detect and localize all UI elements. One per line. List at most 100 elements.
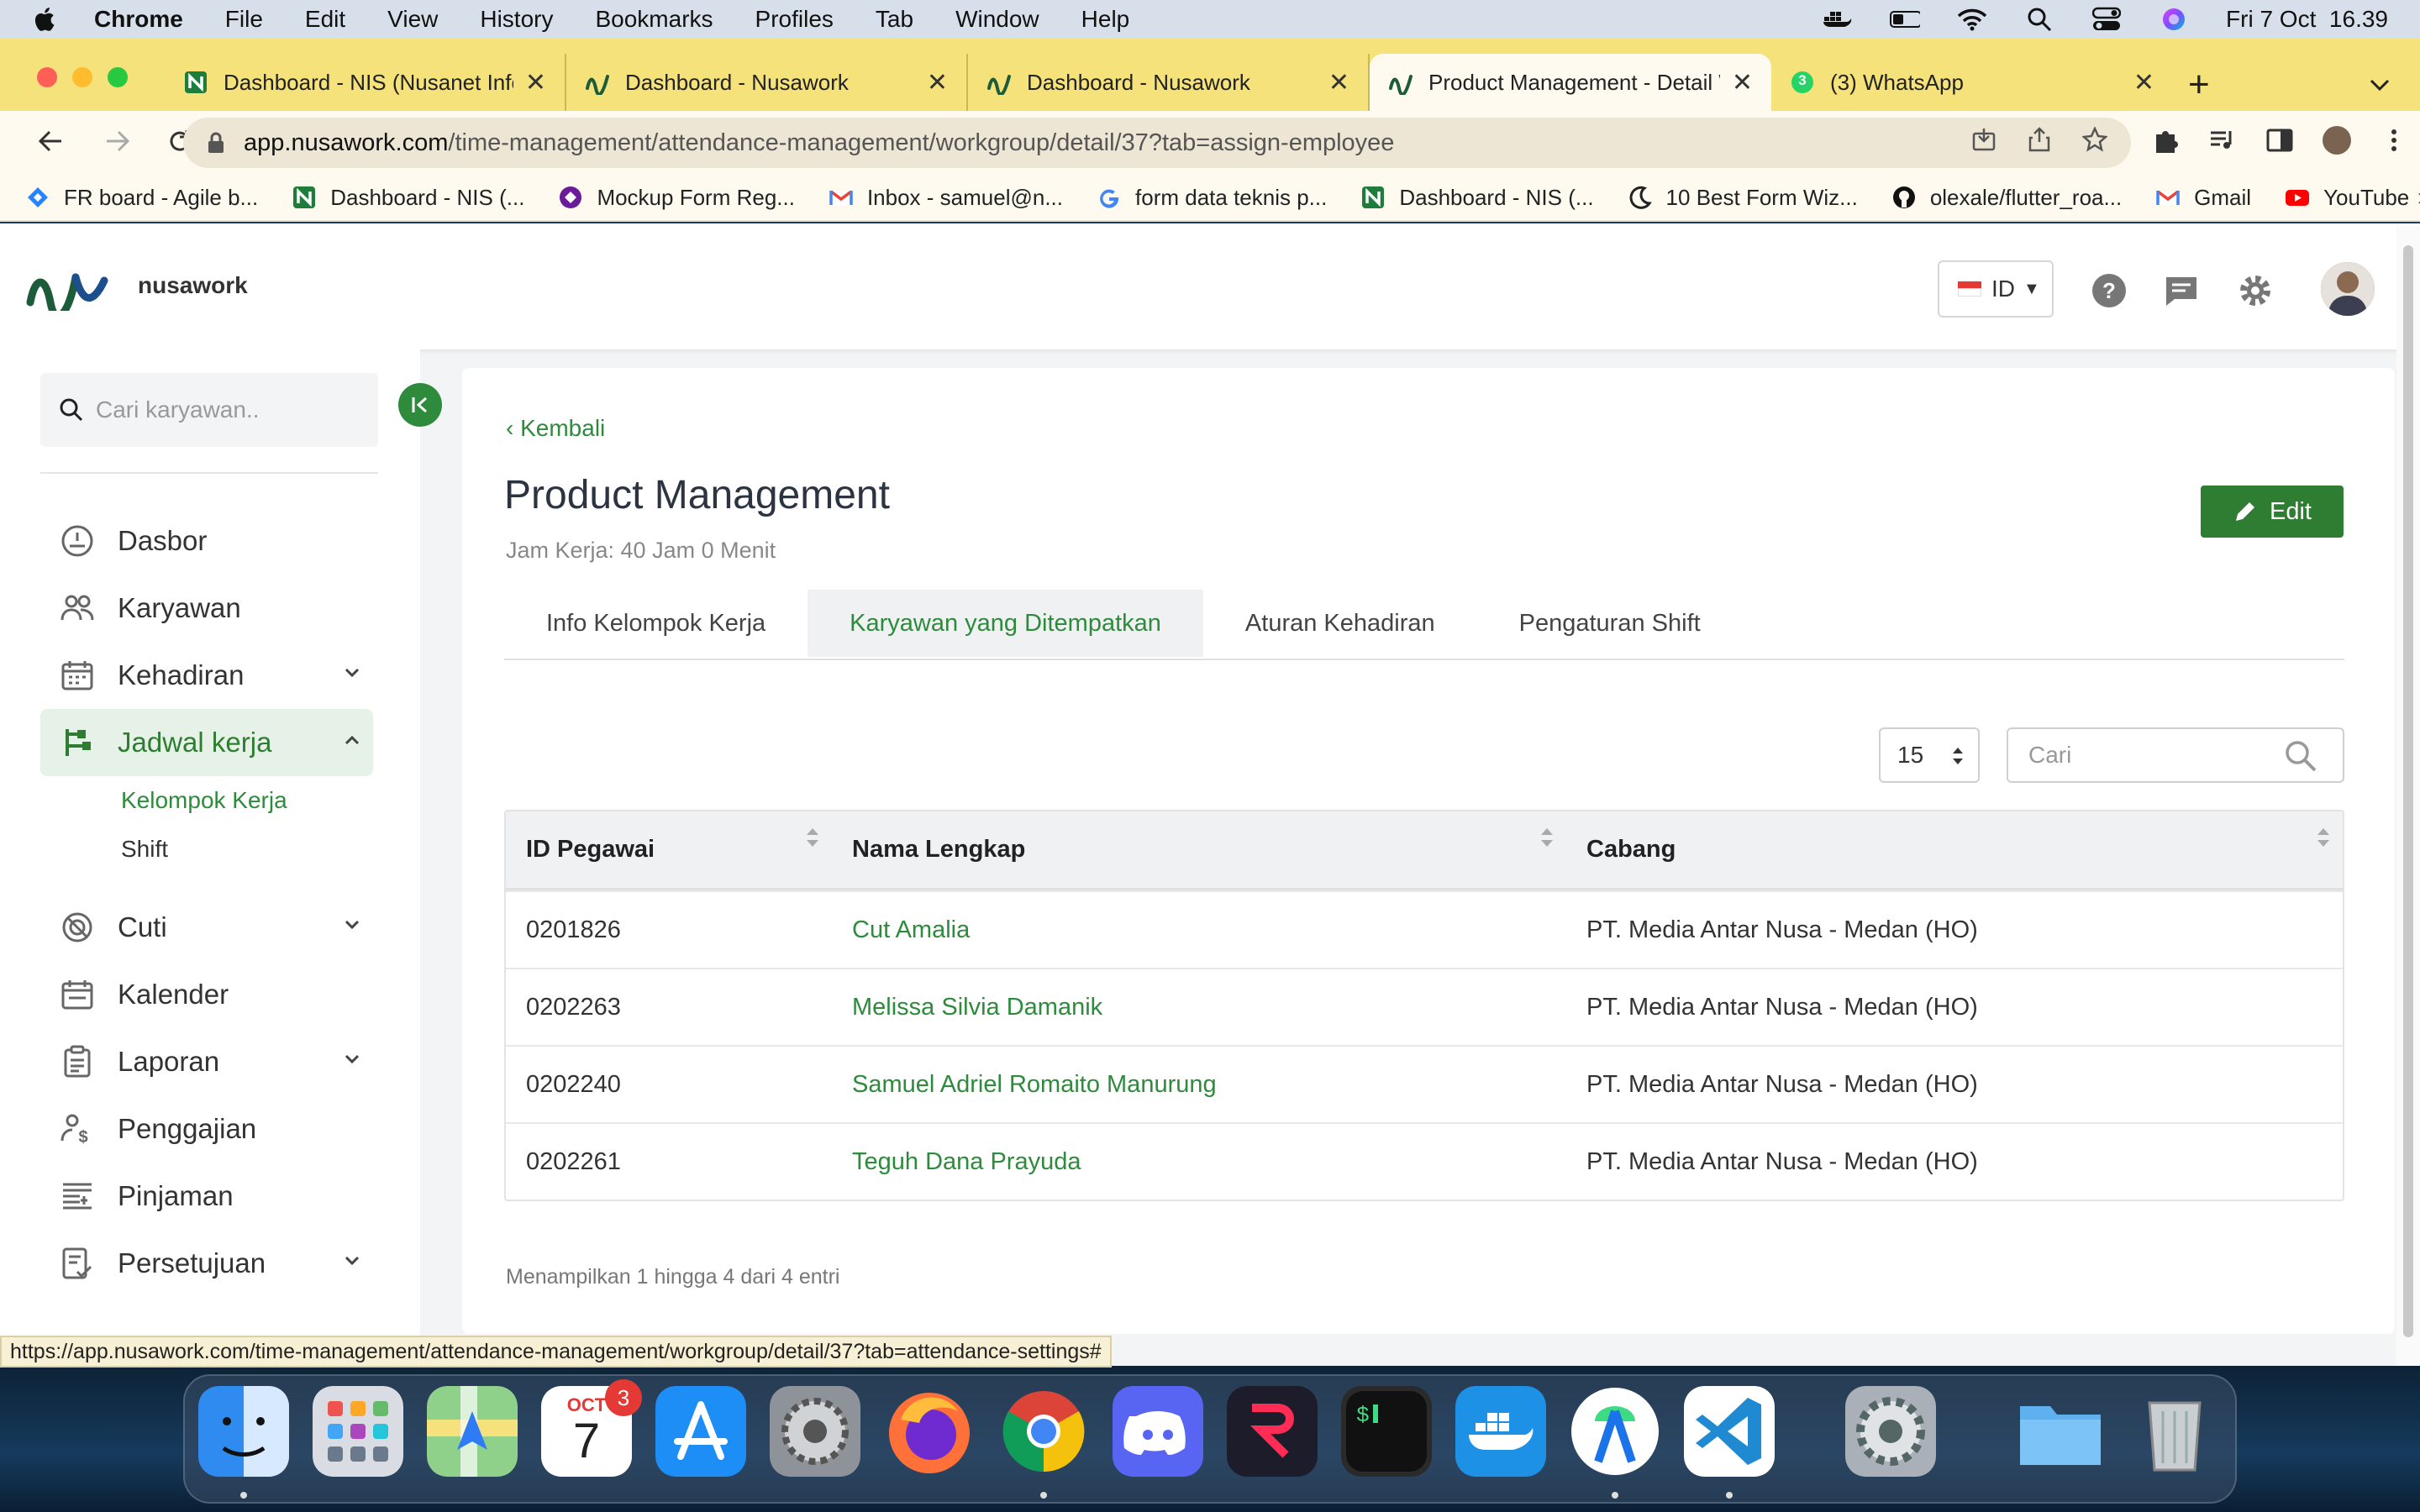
- menu-profiles[interactable]: Profiles: [755, 6, 834, 33]
- employee-search-input[interactable]: Cari karyawan..: [40, 373, 378, 447]
- control-center-icon[interactable]: [2091, 7, 2122, 32]
- bookmark-star-icon[interactable]: [2081, 125, 2108, 159]
- close-tab-icon[interactable]: ✕: [927, 68, 948, 97]
- tab-karyawan-ditempatkan[interactable]: Karyawan yang Ditempatkan: [808, 590, 1203, 657]
- back-link[interactable]: ‹ Kembali: [506, 415, 605, 442]
- menubar-datetime[interactable]: Fri 7 Oct 16.39: [2226, 6, 2388, 33]
- terminal-icon[interactable]: $: [1341, 1386, 1432, 1477]
- tab-aturan-kehadiran[interactable]: Aturan Kehadiran: [1203, 590, 1477, 657]
- tab-search-chevron-icon[interactable]: [2370, 71, 2390, 97]
- siri-icon[interactable]: [2159, 7, 2189, 32]
- menu-file[interactable]: File: [225, 6, 263, 33]
- tab-pengaturan-shift[interactable]: Pengaturan Shift: [1477, 590, 1743, 657]
- side-panel-icon[interactable]: [2265, 126, 2294, 155]
- vscode-icon[interactable]: [1684, 1386, 1775, 1477]
- minimize-window-button[interactable]: [72, 67, 92, 87]
- column-header-id[interactable]: ID Pegawai: [506, 828, 832, 864]
- sidebar-subitem-shift[interactable]: Shift: [40, 825, 373, 874]
- profile-avatar-icon[interactable]: [2323, 126, 2351, 155]
- chrome-menu-icon[interactable]: [2380, 126, 2408, 155]
- system-preferences-icon[interactable]: [770, 1386, 860, 1477]
- bookmark-item[interactable]: olexale/flutter_roa...: [1891, 185, 2122, 211]
- close-tab-icon[interactable]: ✕: [1732, 68, 1753, 97]
- employee-name-link[interactable]: Samuel Adriel Romaito Manurung: [852, 1071, 1217, 1098]
- browser-tab-active[interactable]: Product Management - Detail W ✕: [1370, 54, 1771, 111]
- bookmark-item[interactable]: Dashboard - NIS (...: [1360, 185, 1594, 211]
- column-header-nama[interactable]: Nama Lengkap: [832, 828, 1566, 864]
- menu-view[interactable]: View: [387, 6, 438, 33]
- new-tab-button[interactable]: +: [2188, 64, 2210, 106]
- sidebar-item-pinjaman[interactable]: Pinjaman: [40, 1163, 373, 1230]
- menu-history[interactable]: History: [480, 6, 553, 33]
- install-app-icon[interactable]: [1971, 127, 1996, 159]
- app-store-icon[interactable]: [655, 1386, 746, 1477]
- system-settings-icon[interactable]: [1845, 1386, 1936, 1477]
- spotlight-search-icon[interactable]: [2024, 7, 2054, 32]
- bookmark-item[interactable]: Mockup Form Reg...: [558, 185, 795, 211]
- sort-icon[interactable]: [2316, 826, 2331, 849]
- discord-icon[interactable]: [1113, 1386, 1203, 1477]
- sort-icon[interactable]: [1539, 826, 1555, 849]
- user-avatar[interactable]: [2321, 262, 2375, 316]
- address-bar[interactable]: app.nusawork.com/time-management/attenda…: [183, 118, 2131, 168]
- menu-tab[interactable]: Tab: [876, 6, 913, 33]
- launchpad-icon[interactable]: [313, 1386, 403, 1477]
- search-icon[interactable]: [2284, 739, 2317, 773]
- sidebar-item-kehadiran[interactable]: Kehadiran: [40, 642, 373, 709]
- trash-icon[interactable]: [2129, 1386, 2220, 1477]
- sidebar-item-laporan[interactable]: Laporan: [40, 1028, 373, 1095]
- sidebar-subitem-kelompok-kerja[interactable]: Kelompok Kerja: [40, 776, 373, 825]
- tab-info-kelompok-kerja[interactable]: Info Kelompok Kerja: [504, 590, 808, 657]
- beta-app-icon[interactable]: [1227, 1386, 1318, 1477]
- chat-icon[interactable]: [2163, 272, 2200, 309]
- sidebar-item-kalender[interactable]: Kalender: [40, 961, 373, 1028]
- share-icon[interactable]: [2027, 127, 2052, 159]
- employee-name-link[interactable]: Teguh Dana Prayuda: [852, 1148, 1081, 1175]
- help-icon[interactable]: ?: [2091, 272, 2128, 309]
- docker-status-icon[interactable]: [1823, 7, 1853, 32]
- scrollbar-thumb[interactable]: [2403, 245, 2413, 1337]
- browser-tab[interactable]: Dashboard - Nusawork ✕: [968, 54, 1370, 111]
- collapse-sidebar-button[interactable]: [398, 383, 442, 427]
- bookmark-item[interactable]: YouTube: [2285, 185, 2409, 211]
- edit-button[interactable]: Edit: [2201, 486, 2344, 538]
- sidebar-item-cuti[interactable]: Cuti: [40, 894, 373, 961]
- apple-icon[interactable]: [30, 4, 60, 34]
- sidebar-item-dasbor[interactable]: Dasbor: [40, 507, 373, 575]
- close-tab-icon[interactable]: ✕: [525, 68, 546, 97]
- bookmark-item[interactable]: Inbox - samuel@n...: [829, 185, 1063, 211]
- menu-edit[interactable]: Edit: [305, 6, 345, 33]
- close-tab-icon[interactable]: ✕: [1328, 68, 1349, 97]
- bookmark-item[interactable]: 10 Best Form Wiz...: [1628, 185, 1858, 211]
- docker-icon[interactable]: [1455, 1386, 1546, 1477]
- zoom-window-button[interactable]: [108, 67, 128, 87]
- close-window-button[interactable]: [37, 67, 57, 87]
- page-scrollbar[interactable]: [2396, 223, 2420, 1366]
- sidebar-item-jadwal-kerja[interactable]: Jadwal kerja: [40, 709, 373, 776]
- browser-tab[interactable]: Dashboard - Nusawork ✕: [566, 54, 968, 111]
- gear-icon[interactable]: [2237, 272, 2274, 309]
- wifi-icon[interactable]: [1957, 7, 1987, 32]
- android-studio-icon[interactable]: [1570, 1386, 1660, 1477]
- employee-name-link[interactable]: Cut Amalia: [852, 916, 970, 943]
- bookmark-item[interactable]: Dashboard - NIS (...: [292, 185, 524, 211]
- sidebar-item-karyawan[interactable]: Karyawan: [40, 575, 373, 642]
- media-control-icon[interactable]: [2208, 126, 2237, 155]
- bookmark-item[interactable]: form data teknis p...: [1097, 185, 1327, 211]
- sort-icon[interactable]: [805, 826, 820, 849]
- forward-arrow-icon[interactable]: [92, 124, 143, 162]
- bookmark-item[interactable]: Gmail: [2155, 185, 2251, 211]
- close-tab-icon[interactable]: ✕: [2133, 68, 2154, 97]
- browser-tab[interactable]: Dashboard - NIS (Nusanet Infor ✕: [165, 54, 566, 111]
- language-selector[interactable]: ID ▼: [1938, 260, 2054, 318]
- finder-icon[interactable]: [198, 1386, 289, 1477]
- lock-icon[interactable]: [207, 132, 225, 154]
- sidebar-item-penggajian[interactable]: $ Penggajian: [40, 1095, 373, 1163]
- table-search-input[interactable]: Cari: [2007, 727, 2344, 783]
- back-arrow-icon[interactable]: [25, 124, 76, 162]
- chrome-icon[interactable]: [998, 1386, 1089, 1477]
- menu-bookmarks[interactable]: Bookmarks: [595, 6, 713, 33]
- firefox-icon[interactable]: [884, 1386, 975, 1477]
- extensions-puzzle-icon[interactable]: [2151, 126, 2180, 155]
- menu-app-name[interactable]: Chrome: [94, 6, 183, 33]
